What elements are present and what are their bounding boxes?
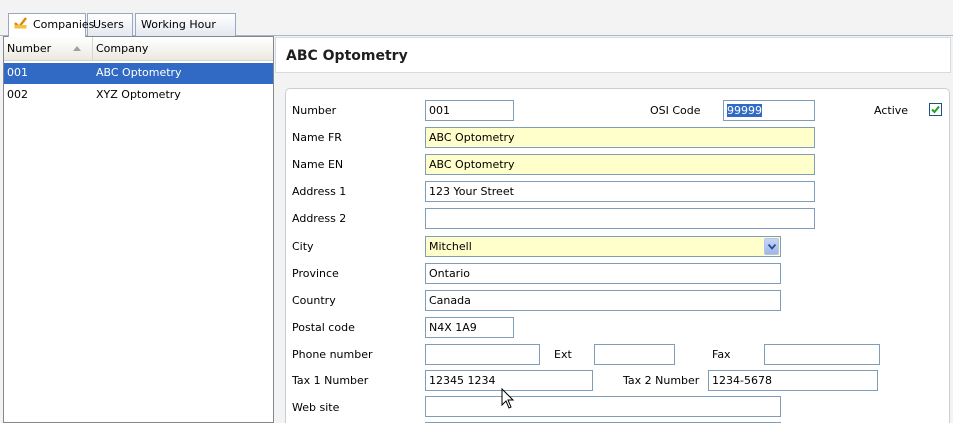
address2-label: Address 2 (292, 212, 347, 225)
osi-code-label: OSI Code (650, 104, 701, 117)
province-label: Province (292, 267, 339, 280)
detail-panel: ABC Optometry Number 001 OSI Code 99999 … (274, 36, 953, 423)
name-fr-field[interactable]: ABC Optometry (425, 127, 815, 148)
companies-icon (14, 16, 27, 32)
detail-header: ABC Optometry (275, 37, 951, 73)
website-label: Web site (292, 401, 340, 414)
city-select[interactable]: Mitchell (425, 236, 781, 257)
postal-code-label: Postal code (292, 321, 355, 334)
website-field[interactable] (425, 396, 781, 417)
row-company: XYZ Optometry (96, 88, 181, 101)
city-dropdown-button[interactable] (764, 238, 779, 255)
osi-code-value: 99999 (727, 104, 762, 117)
checkmark-icon (931, 105, 940, 114)
active-checkbox[interactable] (929, 103, 942, 116)
address1-label: Address 1 (292, 185, 347, 198)
address2-field[interactable] (425, 208, 815, 229)
osi-code-field[interactable]: 99999 (723, 100, 815, 121)
tab-working-hour[interactable]: Working Hour (135, 13, 236, 36)
row-number: 002 (7, 88, 28, 101)
tax2-field[interactable]: 1234-5678 (708, 370, 878, 391)
country-field[interactable]: Canada (425, 290, 781, 311)
tab-working-hour-label: Working Hour (141, 18, 216, 31)
postal-code-field[interactable]: N4X 1A9 (425, 317, 514, 338)
active-label: Active (874, 104, 909, 117)
fax-field[interactable] (764, 344, 880, 365)
name-fr-label: Name FR (292, 131, 342, 144)
name-en-label: Name EN (292, 158, 344, 171)
tab-companies-label: Companies (33, 18, 95, 31)
tab-companies[interactable]: Companies (8, 13, 94, 37)
number-field[interactable]: 001 (425, 100, 514, 121)
address1-field[interactable]: 123 Your Street (425, 181, 815, 202)
sort-ascending-icon (73, 46, 81, 51)
column-header-company-label: Company (96, 42, 149, 55)
tab-bar: Companies Users Working Hour (0, 0, 953, 37)
phone-label: Phone number (292, 348, 373, 361)
name-en-field[interactable]: ABC Optometry (425, 154, 815, 175)
mouse-cursor-icon (501, 388, 515, 409)
list-header: Number Company (4, 37, 273, 61)
number-label: Number (292, 104, 337, 117)
row-number: 001 (7, 66, 28, 79)
country-label: Country (292, 294, 336, 307)
page-title: ABC Optometry (286, 48, 408, 64)
table-row[interactable]: 001 ABC Optometry (4, 63, 273, 84)
ext-label: Ext (554, 348, 572, 361)
table-row[interactable]: 002 XYZ Optometry (4, 85, 273, 106)
tab-users-label: Users (93, 18, 124, 31)
ext-field[interactable] (594, 344, 675, 365)
city-value: Mitchell (429, 240, 472, 253)
province-field[interactable]: Ontario (425, 263, 781, 284)
company-form: Number 001 OSI Code 99999 Active Name FR… (285, 88, 950, 423)
chevron-down-icon (768, 244, 776, 250)
column-header-number-label: Number (7, 42, 52, 55)
company-list[interactable]: Number Company 001 ABC Optometry 002 XYZ… (3, 36, 274, 423)
column-header-company[interactable]: Company (93, 37, 273, 60)
fax-label: Fax (712, 348, 731, 361)
tax2-label: Tax 2 Number (623, 374, 700, 387)
tax1-label: Tax 1 Number (292, 374, 369, 387)
row-company: ABC Optometry (96, 66, 182, 79)
phone-field[interactable] (425, 344, 540, 365)
city-label: City (292, 240, 314, 253)
